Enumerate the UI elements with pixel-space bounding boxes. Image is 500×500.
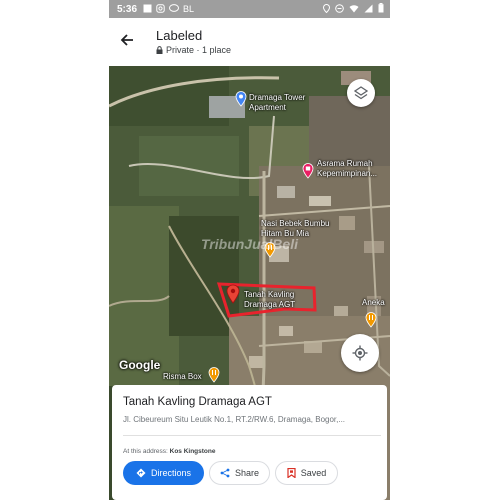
app-bar: Labeled Private · 1 place (109, 18, 390, 66)
place-card[interactable]: Tanah Kavling Dramaga AGT Jl. Cibeureum … (112, 385, 387, 500)
label-tower: Dramaga Tower Apartment (249, 93, 306, 112)
photo-icon (143, 4, 152, 15)
wifi-icon (349, 4, 359, 15)
card-divider (123, 435, 381, 436)
label-tanah: Tanah Kavling Dramaga AGT (244, 290, 296, 309)
dnd-icon (335, 3, 344, 15)
asrama-pin-icon[interactable] (302, 163, 314, 179)
instagram-icon (156, 3, 165, 15)
google-logo: Google (119, 358, 161, 372)
label-risma: Risma Box (163, 372, 202, 381)
satellite-map[interactable]: Dramaga Tower Apartment Asrama Rumah Kep… (109, 66, 390, 500)
at-address: At this address: Kos Kingstone (123, 448, 216, 455)
status-left-icons: BL (143, 3, 195, 15)
my-location-button[interactable] (341, 334, 379, 372)
chat-icon (169, 3, 180, 15)
directions-label: Directions (150, 468, 191, 478)
place-name: Tanah Kavling Dramaga AGT (123, 396, 272, 408)
directions-icon (136, 468, 146, 478)
label-aneka: Aneka (362, 298, 385, 307)
tower-pin-icon[interactable] (235, 91, 247, 107)
carrier-text: BL (183, 4, 195, 14)
status-time: 5:36 (117, 3, 138, 15)
share-label: Share (234, 468, 260, 478)
aneka-pin-icon[interactable] (365, 312, 377, 328)
share-button[interactable]: Share (209, 461, 270, 485)
status-bar: 5:36 BL (109, 0, 390, 18)
at-address-label: At this address: (123, 448, 168, 455)
location-icon (322, 3, 331, 15)
back-arrow-icon (120, 34, 133, 46)
signal-icon (364, 4, 373, 15)
place-address: Jl. Cibeureum Situ Leutik No.1, RT.2/RW.… (123, 415, 346, 424)
bookmark-icon (287, 468, 296, 478)
lock-icon (156, 46, 163, 54)
crosshair-icon (352, 345, 368, 361)
list-title: Labeled (156, 28, 203, 43)
list-subtitle: Private · 1 place (156, 45, 231, 55)
saved-label: Saved (300, 468, 327, 478)
subtitle-text: Private · 1 place (166, 45, 232, 55)
status-right-icons (322, 3, 384, 15)
layers-icon (354, 86, 368, 100)
layers-button[interactable] (347, 79, 375, 107)
tanah-pin-icon[interactable] (226, 284, 240, 304)
share-icon (220, 468, 230, 478)
back-button[interactable] (115, 28, 139, 52)
watermark: TribunJualBeli (201, 236, 298, 252)
directions-button[interactable]: Directions (123, 461, 204, 485)
label-asrama: Asrama Rumah Kepemimpinan... (317, 159, 378, 178)
battery-icon (378, 3, 384, 15)
saved-button[interactable]: Saved (275, 461, 338, 485)
page: 5:36 BL Labeled Private · 1 place Dramag… (0, 0, 500, 500)
phone-screen: 5:36 BL Labeled Private · 1 place Dramag… (109, 0, 390, 500)
at-address-value[interactable]: Kos Kingstone (170, 448, 216, 455)
